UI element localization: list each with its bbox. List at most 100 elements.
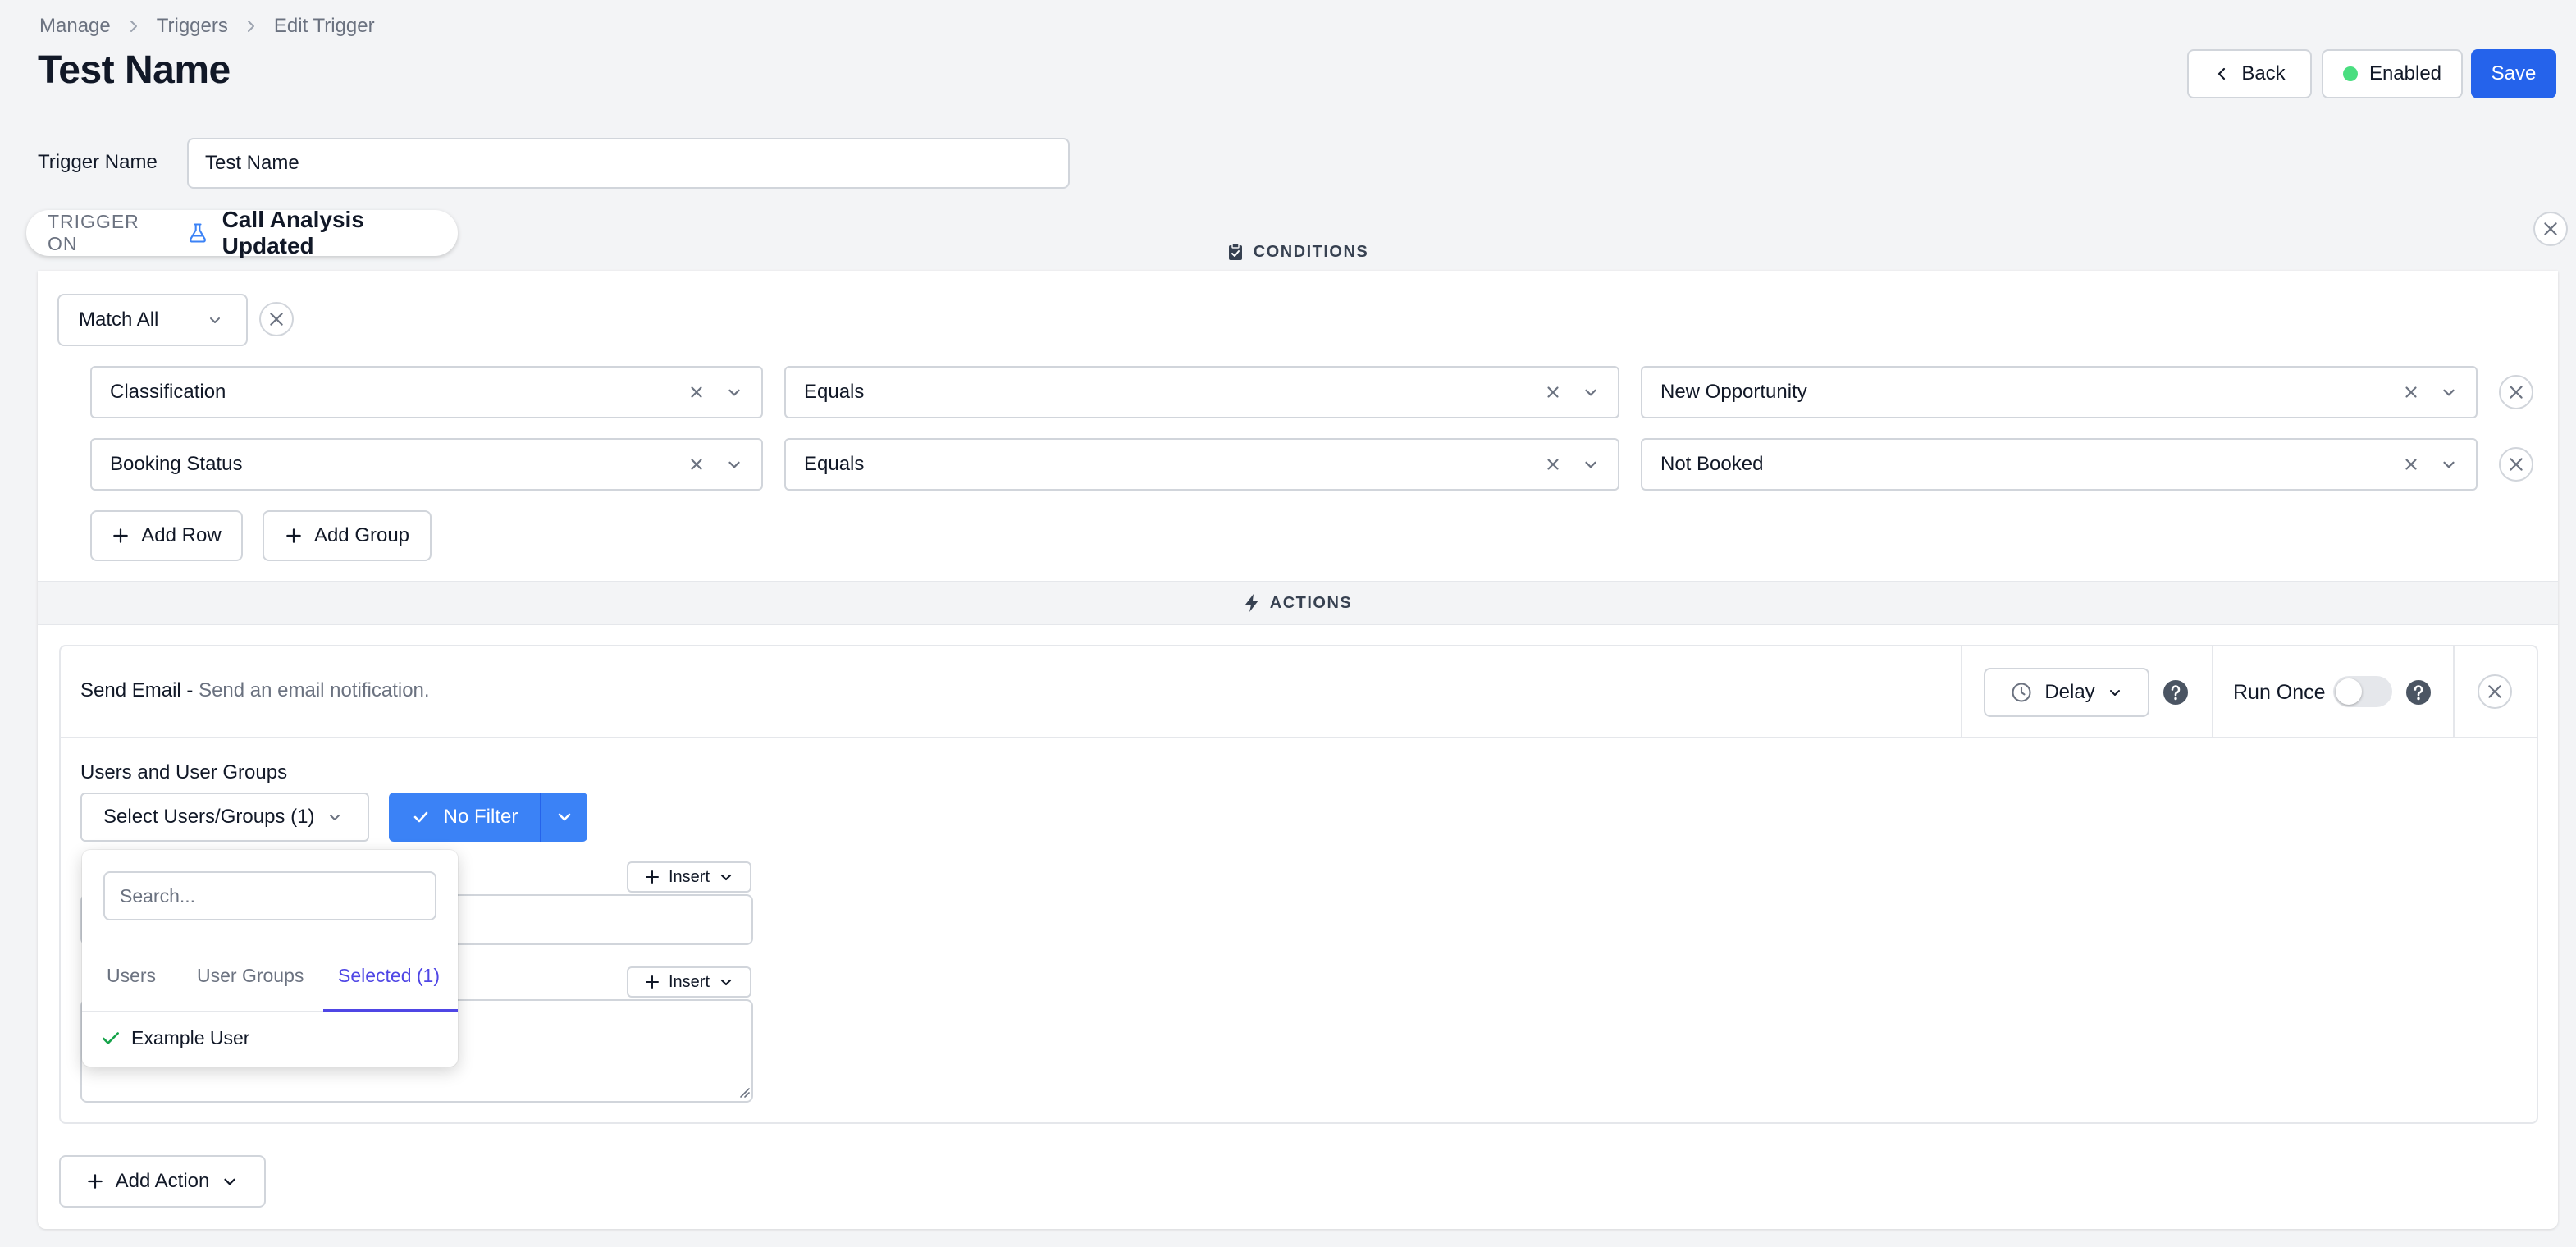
check-icon (100, 1028, 121, 1049)
close-icon (2507, 383, 2525, 401)
page-title: Test Name (38, 48, 231, 92)
condition-field-select[interactable]: Booking Status (90, 438, 763, 491)
add-group-button[interactable]: Add Group (263, 510, 432, 561)
condition-operator-select[interactable]: Equals (784, 438, 1619, 491)
chevron-down-icon (327, 809, 343, 825)
divider (1961, 646, 1962, 737)
clock-icon (2010, 681, 2033, 704)
filter-menu-button[interactable] (541, 793, 587, 842)
toggle-knob (2336, 678, 2362, 705)
save-button[interactable]: Save (2471, 49, 2556, 98)
add-action-button[interactable]: Add Action (59, 1155, 266, 1208)
chevron-down-icon (718, 974, 734, 990)
chevron-down-icon (2440, 383, 2458, 401)
chevron-down-icon (718, 869, 734, 885)
help-icon[interactable] (2405, 679, 2432, 706)
clear-icon[interactable] (1544, 455, 1562, 473)
tab-user-groups[interactable]: User Groups (197, 965, 304, 987)
clear-icon[interactable] (2402, 383, 2420, 401)
match-all-select[interactable]: Match All (57, 294, 248, 346)
back-label: Back (2241, 62, 2286, 85)
remove-action-button[interactable] (2478, 674, 2512, 709)
plus-icon (86, 1172, 104, 1190)
plus-icon (285, 527, 303, 545)
divider (2453, 646, 2455, 737)
breadcrumb: Manage Triggers Edit Trigger (39, 11, 375, 41)
match-all-value: Match All (79, 308, 159, 331)
close-icon (2507, 455, 2525, 473)
tab-selected[interactable]: Selected (1) (338, 965, 440, 987)
chevron-down-icon (555, 807, 574, 827)
condition-operator-value: Equals (804, 381, 865, 403)
close-icon (2486, 683, 2504, 701)
delay-label: Delay (2044, 681, 2095, 703)
insert-variable-button[interactable]: Insert (627, 861, 751, 893)
insert-label: Insert (668, 972, 710, 991)
condition-operator-value: Equals (804, 453, 865, 475)
clear-icon[interactable] (1544, 383, 1562, 401)
chevron-left-icon (2213, 66, 2230, 82)
insert-variable-button[interactable]: Insert (627, 966, 751, 998)
add-group-label: Add Group (313, 524, 410, 546)
conditions-title: CONDITIONS (1253, 242, 1369, 261)
back-button[interactable]: Back (2187, 49, 2312, 98)
active-tab-indicator (323, 1009, 458, 1012)
select-users-label: Select Users/Groups (1) (103, 806, 315, 828)
breadcrumb-triggers[interactable]: Triggers (157, 15, 228, 38)
remove-row-button[interactable] (2499, 447, 2533, 482)
enabled-label: Enabled (2368, 62, 2442, 85)
add-row-button[interactable]: Add Row (90, 510, 243, 561)
chevron-down-icon (725, 383, 743, 401)
list-item[interactable]: Example User (100, 1027, 249, 1049)
divider (59, 737, 2538, 738)
no-filter-button[interactable]: No Filter (389, 793, 541, 842)
clear-icon[interactable] (687, 383, 706, 401)
condition-value: New Opportunity (1660, 381, 1807, 403)
clipboard-check-icon (1227, 243, 1244, 261)
plus-icon (112, 527, 130, 545)
help-icon[interactable] (2163, 679, 2189, 706)
condition-field-value: Classification (110, 381, 226, 403)
action-separator: - (180, 679, 199, 701)
chevron-down-icon (221, 1172, 239, 1190)
no-filter-split-button: No Filter (389, 793, 587, 842)
close-icon (267, 310, 285, 328)
condition-value-select[interactable]: New Opportunity (1641, 366, 2478, 418)
delay-button[interactable]: Delay (1984, 668, 2149, 717)
action-title: Send Email - Send an email notification. (80, 679, 430, 702)
chevron-down-icon (2440, 455, 2458, 473)
enabled-toggle-button[interactable]: Enabled (2322, 49, 2463, 98)
condition-operator-select[interactable]: Equals (784, 366, 1619, 418)
users-groups-label: Users and User Groups (80, 761, 288, 783)
condition-field-select[interactable]: Classification (90, 366, 763, 418)
action-description: Send an email notification. (199, 679, 430, 701)
chevron-right-icon (126, 18, 142, 34)
chevron-right-icon (243, 18, 259, 34)
chevron-down-icon (725, 455, 743, 473)
run-once-toggle[interactable] (2333, 676, 2392, 707)
status-dot-icon (2342, 66, 2358, 81)
divider (2212, 646, 2213, 737)
popover-search-input[interactable] (103, 871, 436, 920)
select-users-groups-dropdown[interactable]: Select Users/Groups (1) (80, 793, 369, 842)
check-icon (411, 807, 431, 827)
bolt-icon (1244, 593, 1260, 613)
trigger-name-input[interactable] (187, 138, 1070, 189)
clear-icon[interactable] (687, 455, 706, 473)
plus-icon (644, 869, 660, 885)
condition-value: Not Booked (1660, 453, 1764, 475)
tab-users[interactable]: Users (107, 965, 156, 987)
chevron-down-icon (2107, 684, 2123, 701)
list-item-label: Example User (131, 1027, 250, 1048)
condition-value-select[interactable]: Not Booked (1641, 438, 2478, 491)
actions-title: ACTIONS (1269, 593, 1353, 612)
chevron-down-icon (1582, 383, 1600, 401)
breadcrumb-manage[interactable]: Manage (39, 15, 111, 38)
run-once-label: Run Once (2233, 681, 2326, 704)
condition-field-value: Booking Status (110, 453, 243, 475)
clear-icon[interactable] (2402, 455, 2420, 473)
remove-row-button[interactable] (2499, 375, 2533, 409)
resize-handle-icon[interactable] (737, 1085, 750, 1098)
conditions-header: CONDITIONS (38, 236, 2558, 267)
remove-group-button[interactable] (259, 302, 294, 336)
